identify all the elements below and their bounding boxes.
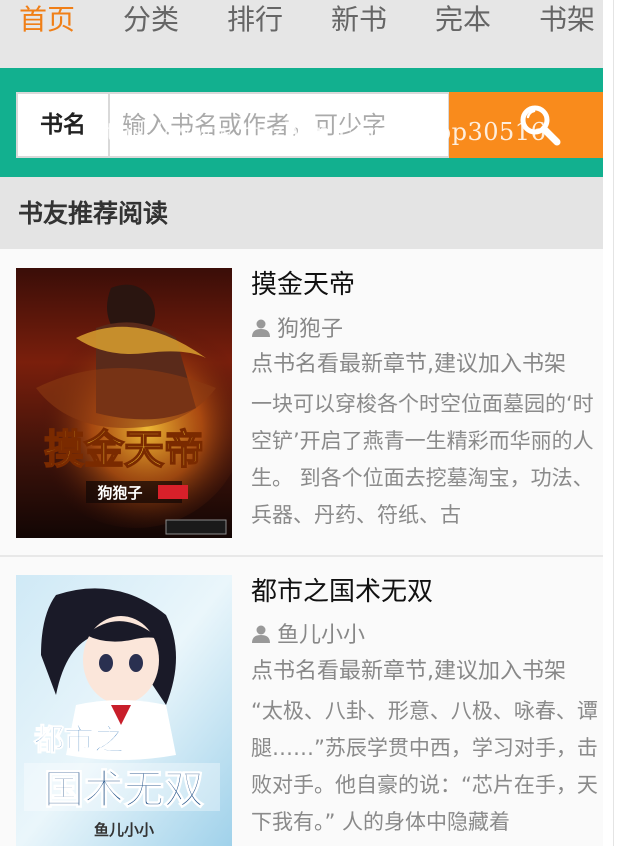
user-icon (252, 625, 270, 643)
nav-item-finished[interactable]: 完本 (435, 0, 491, 40)
book-cover[interactable]: 摸金天帝 狗狍子 (16, 268, 232, 538)
scrollbar-line (613, 0, 614, 846)
section-title: 书友推荐阅读 (18, 199, 169, 228)
search-button[interactable] (449, 92, 603, 158)
search-type-label[interactable]: 书名 (18, 94, 110, 156)
nav-item-new-books[interactable]: 新书 (331, 0, 387, 40)
book-hint: 点书名看最新章节,建议加入书架 (251, 352, 566, 377)
nav-item-ranking[interactable]: 排行 (227, 0, 283, 40)
search-bar: 书名 (0, 68, 603, 177)
book-author: 鱼儿小小 (251, 617, 365, 649)
nav-item-category[interactable]: 分类 (123, 0, 179, 40)
book-author-name: 狗狍子 (277, 317, 344, 342)
nav-item-bookshelf[interactable]: 书架 (539, 0, 595, 40)
cover-title-text: 国术无双 (44, 767, 204, 813)
book-list-item: 都市之 国术无双 鱼儿小小 都市之国术无双 鱼儿小小 点书名看最新章节,建议加入… (0, 557, 603, 846)
cover-title-text: 都市之 (33, 723, 124, 758)
book-cover-image: 摸金天帝 狗狍子 (16, 268, 232, 538)
book-author: 狗狍子 (251, 311, 343, 343)
search-box: 书名 (16, 92, 450, 158)
book-list-item: 摸金天帝 狗狍子 摸金天帝 狗狍子 点书名看最新章节,建议加入书架 一块可以穿梭… (0, 249, 603, 557)
top-nav: 首页 分类 排行 新书 完本 书架 (0, 0, 603, 68)
cover-title-text: 摸金天帝 (44, 426, 204, 473)
search-input[interactable] (112, 94, 446, 156)
book-author-name: 鱼儿小小 (277, 623, 366, 648)
cover-author-text: 鱼儿小小 (94, 821, 154, 839)
user-icon (252, 319, 270, 337)
book-cover-image: 都市之 国术无双 鱼儿小小 (16, 575, 232, 846)
book-cover[interactable]: 都市之 国术无双 鱼儿小小 (16, 575, 232, 846)
book-title-link[interactable]: 摸金天帝 (251, 264, 355, 301)
page: 首页 分类 排行 新书 完本 书架 书名 https://www.huzhan.… (0, 0, 603, 846)
cover-author-text: 狗狍子 (97, 484, 142, 502)
nav-item-home[interactable]: 首页 (19, 0, 75, 40)
book-description: “太极、八卦、形意、八极、咏春、谭腿……”苏辰学贯中西，学习对手，击败对手。他自… (251, 699, 598, 834)
scrollbar-track[interactable] (603, 0, 620, 846)
book-description: 一块可以穿梭各个时空位面墓园的‘时空铲’开启了燕青一生精彩而华丽的人生。 到各个… (251, 392, 594, 527)
book-title-link[interactable]: 都市之国术无双 (251, 571, 433, 608)
book-hint: 点书名看最新章节,建议加入书架 (251, 659, 566, 684)
search-icon (520, 105, 561, 146)
section-header: 书友推荐阅读 (0, 177, 603, 249)
